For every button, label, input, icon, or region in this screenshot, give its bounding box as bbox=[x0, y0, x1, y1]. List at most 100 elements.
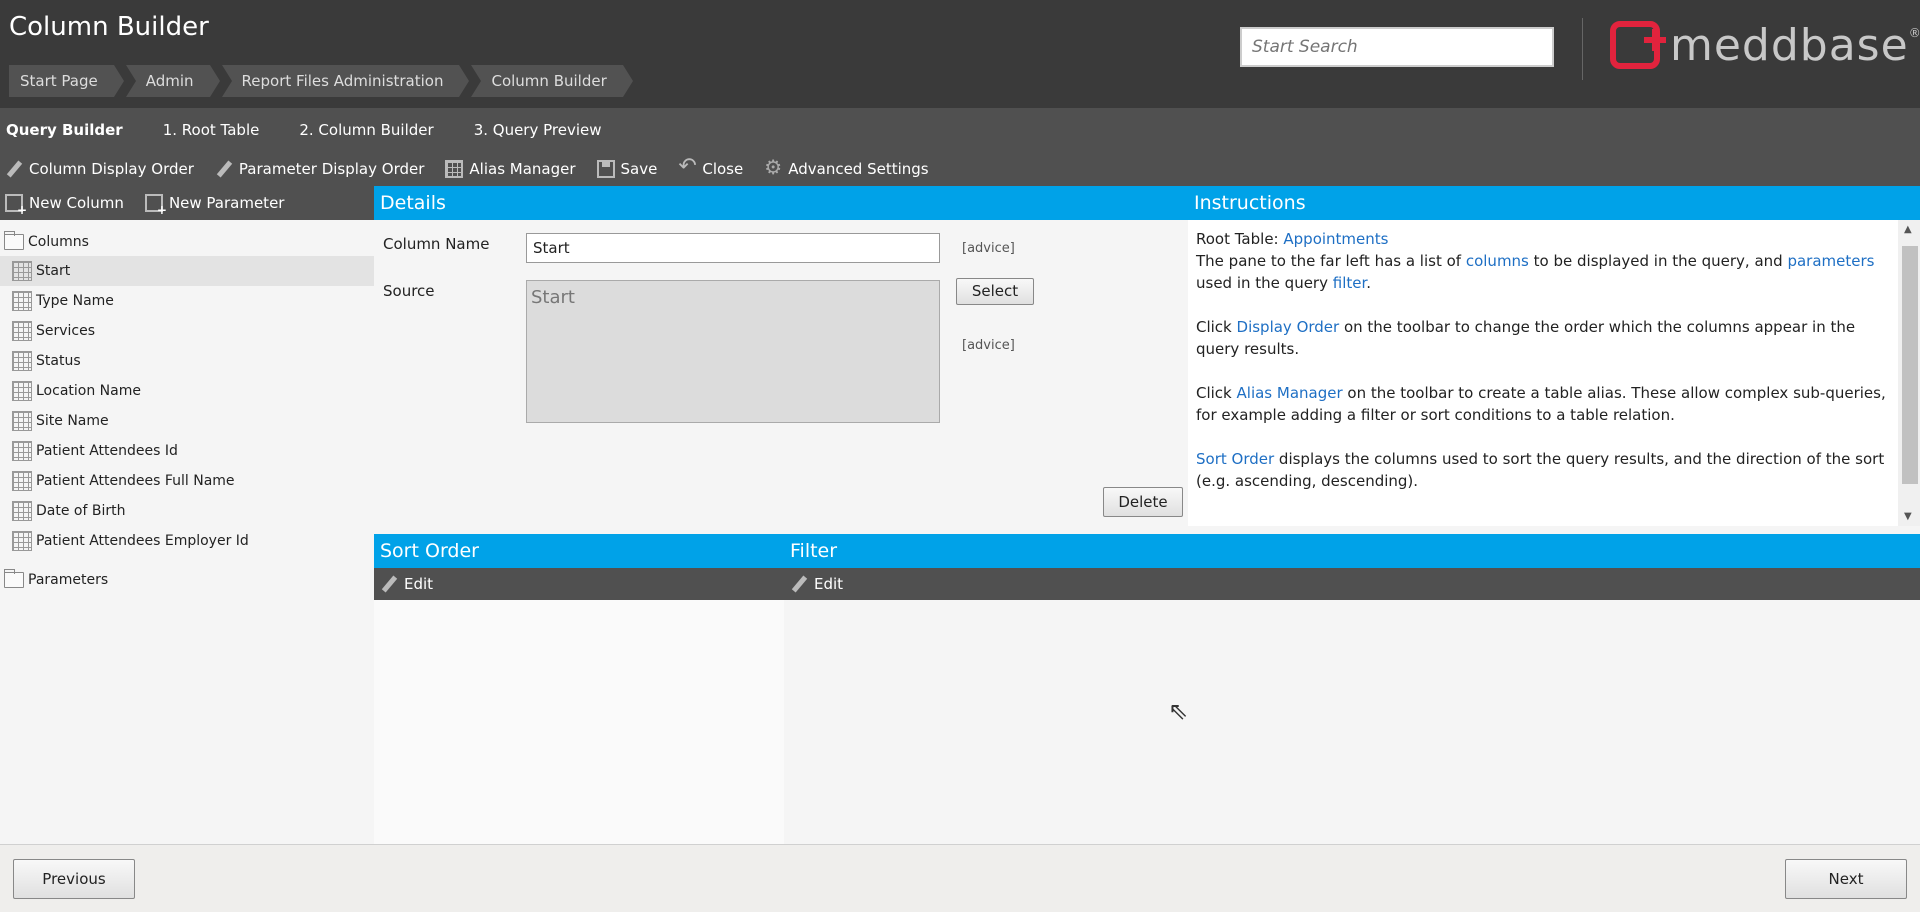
breadcrumb-start-page[interactable]: Start Page bbox=[9, 65, 124, 97]
meddbase-logo: meddbase ® bbox=[1610, 19, 1920, 71]
search-input[interactable] bbox=[1240, 27, 1554, 67]
next-button[interactable]: Next bbox=[1785, 859, 1907, 899]
parameter-display-order-button[interactable]: Parameter Display Order bbox=[215, 160, 425, 178]
column-icon bbox=[12, 471, 32, 491]
pencil-icon bbox=[790, 575, 808, 593]
tree-column-location-name[interactable]: Location Name bbox=[0, 376, 374, 406]
save-button[interactable]: Save bbox=[596, 160, 658, 178]
column-display-order-label: Column Display Order bbox=[29, 160, 194, 178]
display-order-link[interactable]: Display Order bbox=[1237, 318, 1340, 336]
source-advice: [advice] bbox=[962, 338, 1015, 353]
delete-button[interactable]: Delete bbox=[1103, 487, 1183, 517]
step-column-builder[interactable]: 2. Column Builder bbox=[299, 121, 433, 139]
tree-column-start[interactable]: Start bbox=[0, 256, 374, 286]
tree-item-label: Services bbox=[36, 323, 96, 339]
breadcrumb-report-files-administration[interactable]: Report Files Administration bbox=[221, 65, 470, 97]
tree-column-patient-attendees-full-name[interactable]: Patient Attendees Full Name bbox=[0, 466, 374, 496]
text-span: displays the columns used to sort the qu… bbox=[1196, 450, 1885, 490]
instructions-paragraph-1: The pane to the far left has a list of c… bbox=[1196, 250, 1892, 294]
column-name-input[interactable] bbox=[526, 233, 940, 263]
column-icon bbox=[12, 291, 32, 311]
tree-item-label: Location Name bbox=[36, 383, 141, 399]
mouse-cursor-icon: ⇖ bbox=[1168, 697, 1189, 725]
column-icon bbox=[12, 501, 32, 521]
text-span: The pane to the far left has a list of bbox=[1196, 252, 1466, 270]
parameter-display-order-label: Parameter Display Order bbox=[238, 160, 425, 178]
new-parameter-icon bbox=[144, 194, 167, 217]
new-column-button[interactable]: New Column bbox=[5, 194, 124, 217]
sort-order-link[interactable]: Sort Order bbox=[1196, 450, 1274, 468]
step-root-table[interactable]: 1. Root Table bbox=[163, 121, 260, 139]
breadcrumb: Start Page Admin Report Files Administra… bbox=[9, 65, 635, 97]
instructions-paragraph-4: Sort Order displays the columns used to … bbox=[1196, 448, 1892, 492]
save-icon bbox=[596, 160, 615, 178]
source-field[interactable]: Start bbox=[526, 280, 940, 423]
alias-manager-label: Alias Manager bbox=[469, 160, 576, 178]
table-icon bbox=[445, 160, 464, 178]
app-header: Column Builder Start Page Admin Report F… bbox=[0, 0, 1920, 108]
filter-edit-button[interactable]: Edit bbox=[784, 575, 843, 593]
sort-order-edit-button[interactable]: Edit bbox=[374, 575, 433, 593]
columns-folder-label: Columns bbox=[28, 234, 89, 250]
tree-column-patient-attendees-employer-id[interactable]: Patient Attendees Employer Id bbox=[0, 526, 374, 556]
tree-toolbar: New Column New Parameter bbox=[0, 186, 374, 220]
main-toolbar: Column Display Order Parameter Display O… bbox=[0, 152, 1920, 186]
step-query-preview[interactable]: 3. Query Preview bbox=[474, 121, 602, 139]
text-span: Click bbox=[1196, 318, 1237, 336]
filter-toolbar: Edit bbox=[784, 568, 1920, 600]
logo-text: meddbase bbox=[1670, 19, 1909, 71]
tree-column-site-name[interactable]: Site Name bbox=[0, 406, 374, 436]
save-label: Save bbox=[620, 160, 658, 178]
scroll-up-arrow-icon[interactable]: ▲ bbox=[1904, 224, 1912, 235]
tree-column-type-name[interactable]: Type Name bbox=[0, 286, 374, 316]
filter-link[interactable]: filter bbox=[1333, 274, 1367, 292]
breadcrumb-column-builder[interactable]: Column Builder bbox=[471, 65, 634, 97]
new-parameter-button[interactable]: New Parameter bbox=[144, 194, 284, 217]
root-table-link[interactable]: Appointments bbox=[1283, 230, 1388, 248]
wizard-footer: Previous Next bbox=[0, 844, 1920, 912]
column-icon bbox=[12, 411, 32, 431]
advanced-settings-button[interactable]: Advanced Settings bbox=[764, 155, 929, 179]
select-button[interactable]: Select bbox=[956, 278, 1034, 305]
header-divider bbox=[1582, 18, 1583, 80]
advanced-settings-label: Advanced Settings bbox=[788, 160, 929, 178]
tree-column-services[interactable]: Services bbox=[0, 316, 374, 346]
filter-edit-label: Edit bbox=[814, 575, 844, 593]
instructions-scrollbar[interactable]: ▲ ▼ bbox=[1898, 220, 1920, 526]
text-span: Click bbox=[1196, 384, 1237, 402]
scrollbar-thumb[interactable] bbox=[1902, 246, 1918, 484]
breadcrumb-admin[interactable]: Admin bbox=[125, 65, 220, 97]
tree-column-status[interactable]: Status bbox=[0, 346, 374, 376]
tree-column-patient-attendees-id[interactable]: Patient Attendees Id bbox=[0, 436, 374, 466]
alias-manager-button[interactable]: Alias Manager bbox=[445, 160, 576, 178]
tree-column-date-of-birth[interactable]: Date of Birth bbox=[0, 496, 374, 526]
tree-item-label: Type Name bbox=[36, 293, 114, 309]
parameters-folder[interactable]: Parameters bbox=[0, 566, 374, 594]
tree-item-label: Site Name bbox=[36, 413, 109, 429]
page-title: Column Builder bbox=[9, 12, 209, 42]
gear-icon bbox=[764, 155, 782, 179]
new-column-icon bbox=[5, 194, 27, 217]
folder-icon bbox=[4, 569, 24, 588]
column-name-label: Column Name bbox=[383, 235, 490, 253]
close-button[interactable]: Close bbox=[678, 154, 743, 179]
root-table-line: Root Table: Appointments bbox=[1196, 228, 1892, 250]
column-display-order-button[interactable]: Column Display Order bbox=[5, 160, 194, 178]
columns-folder[interactable]: Columns bbox=[0, 228, 374, 256]
alias-manager-link[interactable]: Alias Manager bbox=[1237, 384, 1343, 402]
pencil-icon bbox=[5, 160, 23, 178]
new-column-label: New Column bbox=[29, 194, 124, 212]
columns-link[interactable]: columns bbox=[1466, 252, 1529, 270]
column-icon bbox=[12, 261, 32, 281]
tree-item-label: Status bbox=[36, 353, 81, 369]
folder-icon bbox=[4, 231, 24, 250]
previous-button[interactable]: Previous bbox=[13, 859, 135, 899]
sort-order-toolbar: Edit bbox=[374, 568, 784, 600]
column-icon bbox=[12, 321, 32, 341]
column-tree: Columns Start Type Name Services Status … bbox=[0, 220, 374, 844]
source-label: Source bbox=[383, 282, 435, 300]
scroll-down-arrow-icon[interactable]: ▼ bbox=[1904, 511, 1912, 522]
logo-registered-mark: ® bbox=[1908, 26, 1920, 40]
sort-order-edit-label: Edit bbox=[404, 575, 434, 593]
parameters-link[interactable]: parameters bbox=[1787, 252, 1874, 270]
